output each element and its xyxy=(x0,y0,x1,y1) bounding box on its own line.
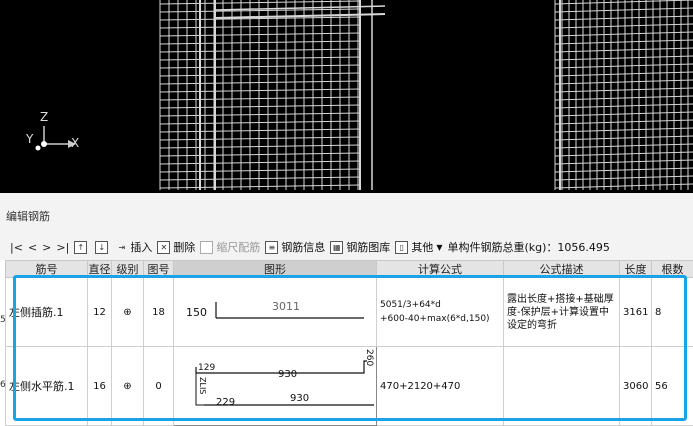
axis-x-label: X xyxy=(71,136,80,150)
nav-next-button[interactable]: > xyxy=(42,241,51,254)
insert-icon: ⇥ xyxy=(118,242,126,252)
library-icon: ▦ xyxy=(330,240,344,254)
shape-dim-side: ZLIS xyxy=(198,377,207,395)
other-dropdown[interactable]: ▯ 其他 ▼ xyxy=(395,239,442,255)
chevron-down-icon: ▼ xyxy=(436,242,443,252)
insert-button[interactable]: ⇥ 插入 xyxy=(116,239,152,255)
col-header-formula[interactable]: 计算公式 xyxy=(376,260,504,278)
insert-label: 插入 xyxy=(130,241,153,254)
rebar-library-label: 钢筋图库 xyxy=(346,241,391,254)
col-header-grade[interactable]: 级别 xyxy=(111,260,144,278)
cell-count[interactable]: 56 xyxy=(651,346,693,426)
cell-length[interactable]: 3161 xyxy=(619,277,652,347)
delete-icon: ✕ xyxy=(157,240,171,254)
cell-description[interactable] xyxy=(503,346,620,426)
cell-diameter[interactable]: 16 xyxy=(87,346,112,426)
3d-rebar-viewport[interactable]: Z Y X xyxy=(0,0,693,193)
rebar-info-label: 钢筋信息 xyxy=(281,241,326,254)
table-row[interactable]: 左侧水平筋.1 16 ⊕ 0 129 930 260 229 930 ZLIS … xyxy=(5,346,693,426)
shape-dim-left: 150 xyxy=(186,306,207,319)
nav-prev-button[interactable]: < xyxy=(28,241,37,254)
move-up-button[interactable]: ↑ xyxy=(74,240,90,254)
panel-title: 编辑钢筋 xyxy=(6,210,50,223)
table-header-row: 筋号 直径 级别 图号 图形 计算公式 公式描述 长度 根数 xyxy=(5,260,693,278)
cell-shape[interactable]: 129 930 260 229 930 ZLIS xyxy=(173,346,377,426)
cell-formula[interactable]: 5051/3+64*d +600-40+max(6*d,150) xyxy=(376,277,504,347)
col-header-diameter[interactable]: 直径 xyxy=(87,260,112,278)
table-row[interactable]: 左侧插筋.1 12 ⊕ 18 150 3011 5051/3+64*d +600… xyxy=(5,277,693,347)
cell-length[interactable]: 3060 xyxy=(619,346,652,426)
shape-dim-d: 229 xyxy=(216,397,236,408)
cell-figure-no[interactable]: 18 xyxy=(143,277,174,347)
rebar-table: 筋号 直径 级别 图号 图形 计算公式 公式描述 长度 根数 左侧插筋.1 12… xyxy=(0,260,693,426)
arrow-up-icon: ↑ xyxy=(74,240,88,254)
shape-dim-mid: 3011 xyxy=(272,300,300,313)
col-header-count[interactable]: 根数 xyxy=(651,260,693,278)
col-header-bar-no[interactable]: 筋号 xyxy=(5,260,88,278)
formula-line-2: +600-40+max(6*d,150) xyxy=(380,314,490,324)
file-icon: ▯ xyxy=(395,240,409,254)
rebar-info-button[interactable]: ≡ 钢筋信息 xyxy=(265,239,325,255)
scale-rebar-button[interactable]: 缩尺配筋 xyxy=(200,239,260,255)
cell-bar-name[interactable]: 左侧水平筋.1 xyxy=(5,346,88,426)
scale-icon xyxy=(200,240,214,254)
shape-dim-e: 930 xyxy=(290,393,310,404)
cell-bar-name[interactable]: 左侧插筋.1 xyxy=(5,277,88,347)
arrow-down-icon: ↓ xyxy=(95,240,109,254)
cell-count[interactable]: 8 xyxy=(651,277,693,347)
axis-y-label: Y xyxy=(26,132,34,146)
cell-formula[interactable]: 470+2120+470 xyxy=(376,346,504,426)
cell-diameter[interactable]: 12 xyxy=(87,277,112,347)
axis-indicator: Z Y X xyxy=(26,108,96,158)
col-header-figure-no[interactable]: 图号 xyxy=(143,260,174,278)
axis-z-label: Z xyxy=(40,110,49,124)
shape-dim-a: 129 xyxy=(198,363,216,373)
delete-button[interactable]: ✕ 删除 xyxy=(157,239,195,255)
rebar-library-button[interactable]: ▦ 钢筋图库 xyxy=(330,239,390,255)
nav-last-button[interactable]: >| xyxy=(56,241,69,254)
col-header-description[interactable]: 公式描述 xyxy=(503,260,620,278)
formula-line-1: 5051/3+64*d xyxy=(380,300,441,310)
other-label: 其他 xyxy=(411,241,434,254)
shape-dim-c: 260 xyxy=(364,349,374,367)
toolbar: |< < > >| ↑ ↓ ⇥ 插入 ✕ 删除 缩尺配筋 ≡ 钢筋信息 ▦ 钢筋图库 ▯… xyxy=(0,235,693,259)
cell-figure-no[interactable]: 0 xyxy=(143,346,174,426)
total-weight-readout: 单构件钢筋总重(kg)：1056.495 xyxy=(447,241,610,254)
rebar-cage-wireframe xyxy=(159,0,693,190)
delete-label: 删除 xyxy=(173,241,196,254)
cell-description[interactable]: 露出长度+搭接+基础厚度-保护层+计算设置中设定的弯折 xyxy=(503,277,620,347)
row-number: 6 xyxy=(0,380,6,390)
move-down-button[interactable]: ↓ xyxy=(95,240,111,254)
col-header-length[interactable]: 长度 xyxy=(619,260,652,278)
cell-grade[interactable]: ⊕ xyxy=(111,277,144,347)
shape-dim-b: 930 xyxy=(278,369,298,380)
edit-rebar-panel: 编辑钢筋 |< < > >| ↑ ↓ ⇥ 插入 ✕ 删除 缩尺配筋 ≡ 钢筋信息 ▦ 钢… xyxy=(0,193,693,426)
nav-first-button[interactable]: |< xyxy=(10,241,23,254)
axis-icon xyxy=(35,126,76,151)
scale-rebar-label: 缩尺配筋 xyxy=(216,241,261,254)
col-header-shape[interactable]: 图形 xyxy=(173,260,377,278)
cell-shape[interactable]: 150 3011 xyxy=(173,277,377,347)
document-icon: ≡ xyxy=(265,240,279,254)
cell-grade[interactable]: ⊕ xyxy=(111,346,144,426)
row-number: 5 xyxy=(0,315,6,325)
